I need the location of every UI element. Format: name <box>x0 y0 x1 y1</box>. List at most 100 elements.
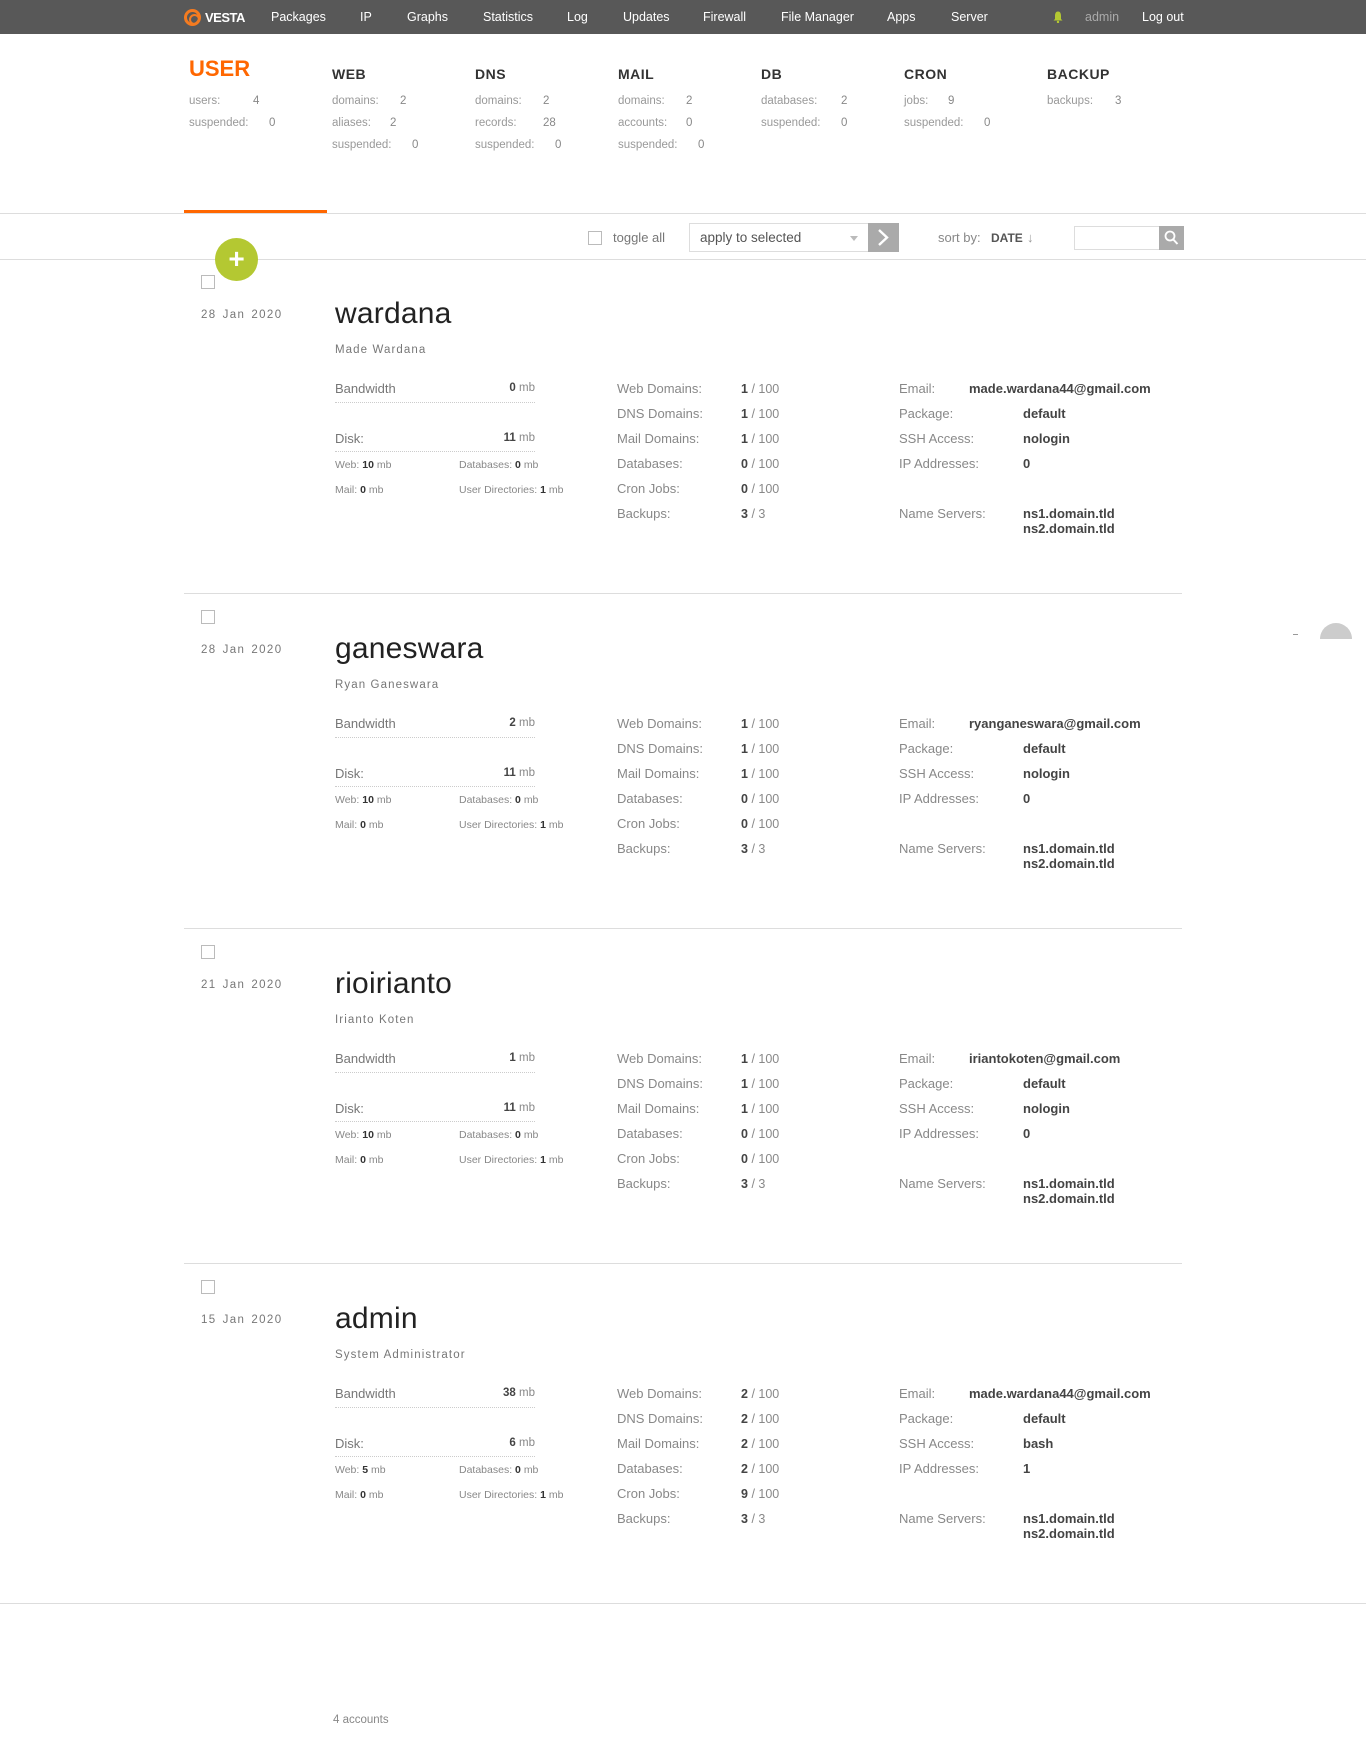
stat-backup[interactable]: BACKUP backups: 3 <box>1047 56 1121 112</box>
date-month: Jan <box>222 644 246 656</box>
unit: mb <box>523 1129 539 1141</box>
databases-label: Databases: <box>459 459 513 471</box>
ssh-access-label: SSH Access: <box>899 431 975 446</box>
mail-number: 0 <box>360 1489 366 1501</box>
nav-user[interactable]: admin <box>1085 10 1119 24</box>
add-user-button[interactable]: + <box>215 238 258 281</box>
backups-label: Backups: <box>617 1176 671 1191</box>
scroll-to-top-button[interactable] <box>1320 623 1352 639</box>
unit: mb <box>368 819 384 831</box>
disk-value: 11 mb <box>455 1102 535 1114</box>
web-domains-count: 1 <box>741 717 748 731</box>
apply-button[interactable] <box>868 223 899 252</box>
disk-number: 11 <box>503 1102 516 1114</box>
apply-to-selected-select[interactable]: apply to selected <box>689 223 869 252</box>
databases-number: 0 <box>515 794 521 806</box>
databases-label: Databases: <box>617 791 683 806</box>
cron-jobs-count: 0 <box>741 1152 748 1166</box>
nav-logout[interactable]: Log out <box>1142 10 1184 24</box>
user-date: 28 Jan 2020 <box>201 644 289 656</box>
nav-apps[interactable]: Apps <box>887 10 916 24</box>
package-value: default <box>1023 406 1066 421</box>
web-domains-value: 1 / 100 <box>741 717 779 731</box>
row-checkbox[interactable] <box>201 275 215 289</box>
nav-graphs[interactable]: Graphs <box>407 10 448 24</box>
stat-value: 2 <box>543 95 550 107</box>
unit: mb <box>523 794 539 806</box>
toggle-all-checkbox[interactable] <box>588 231 602 245</box>
user-name[interactable]: admin <box>335 1302 418 1336</box>
backups-count: 3 <box>741 842 748 856</box>
sort-direction-icon[interactable]: ↓ <box>1027 230 1034 245</box>
name-servers-label: Name Servers: <box>899 1176 986 1191</box>
stat-web[interactable]: WEB domains: 2 aliases: 2 suspended: 0 <box>332 56 418 156</box>
nav-log[interactable]: Log <box>567 10 588 24</box>
user-dirs-label: User Directories: <box>459 1489 538 1501</box>
databases-label: Databases: <box>459 1129 513 1141</box>
search-button[interactable] <box>1159 226 1184 250</box>
ssh-access-value: nologin <box>1023 766 1070 781</box>
cron-jobs-value: 0 / 100 <box>741 817 779 831</box>
stat-key: suspended: <box>761 117 821 129</box>
user-full-name: Ryan Ganeswara <box>335 679 440 691</box>
stat-db[interactable]: DB databases: 2 suspended: 0 <box>761 56 847 134</box>
stat-value: 2 <box>841 95 848 107</box>
nav-firewall[interactable]: Firewall <box>703 10 746 24</box>
web-domains-count: 1 <box>741 382 748 396</box>
mail-domains-label: Mail Domains: <box>617 431 700 446</box>
vesta-logo[interactable]: VESTA <box>184 8 245 26</box>
user-name[interactable]: wardana <box>335 297 451 331</box>
dns-domains-count: 1 <box>741 407 748 421</box>
search-input[interactable] <box>1074 226 1160 250</box>
dns-domains-max: / 100 <box>751 742 780 756</box>
web-domains-label: Web Domains: <box>617 1386 703 1401</box>
stat-value: 0 <box>698 139 705 151</box>
row-checkbox[interactable] <box>201 610 215 624</box>
bell-icon[interactable] <box>1053 11 1063 23</box>
user-name[interactable]: rioirianto <box>335 967 452 1001</box>
date-day: 15 <box>201 1314 217 1326</box>
user-name[interactable]: ganeswara <box>335 632 484 666</box>
stat-mail[interactable]: MAIL domains: 2 accounts: 0 suspended: 0 <box>618 56 704 156</box>
stat-value: 0 <box>984 117 991 129</box>
backups-count: 3 <box>741 507 748 521</box>
mail-number: 0 <box>360 484 366 496</box>
toggle-all-label[interactable]: toggle all <box>613 230 665 245</box>
mail-domains-label: Mail Domains: <box>617 766 700 781</box>
date-year: 2020 <box>251 979 283 991</box>
nav-ip[interactable]: IP <box>360 10 372 24</box>
stat-value: 0 <box>841 117 848 129</box>
unit: mb <box>519 382 535 394</box>
mail-domains-value: 1 / 100 <box>741 767 779 781</box>
sort-value[interactable]: DATE <box>991 231 1023 245</box>
dns-domains-value: 2 / 100 <box>741 1412 779 1426</box>
nav-updates[interactable]: Updates <box>623 10 670 24</box>
nav-server[interactable]: Server <box>951 10 988 24</box>
disk-user-dirs: User Directories: 1 mb <box>459 1154 563 1166</box>
row-checkbox[interactable] <box>201 1280 215 1294</box>
stat-dns[interactable]: DNS domains: 2 records: 28 suspended: 0 <box>475 56 561 156</box>
dns-domains-count: 1 <box>741 742 748 756</box>
cron-jobs-value: 9 / 100 <box>741 1487 779 1501</box>
web-domains-value: 1 / 100 <box>741 382 779 396</box>
disk-mail: Mail: 0 mb <box>335 1154 383 1166</box>
dns-domains-label: DNS Domains: <box>617 406 703 421</box>
nav-statistics[interactable]: Statistics <box>483 10 533 24</box>
nav-file-manager[interactable]: File Manager <box>781 10 854 24</box>
row-checkbox[interactable] <box>201 945 215 959</box>
ssh-access-value: nologin <box>1023 1101 1070 1116</box>
stat-cron[interactable]: CRON jobs: 9 suspended: 0 <box>904 56 990 134</box>
mail-label: Mail: <box>335 1154 358 1166</box>
stat-value: 2 <box>390 117 397 129</box>
cron-jobs-max: / 100 <box>751 1152 780 1166</box>
nav-packages[interactable]: Packages <box>271 10 326 24</box>
stat-user[interactable]: USER users: 4 suspended: 0 <box>189 56 275 134</box>
divider <box>0 259 1366 260</box>
stat-title: DB <box>761 66 783 82</box>
backups-value: 3 / 3 <box>741 1177 765 1191</box>
name-servers-label: Name Servers: <box>899 1511 986 1526</box>
cron-jobs-max: / 100 <box>751 482 780 496</box>
disk-label: Disk: <box>335 1101 364 1116</box>
user-dirs-label: User Directories: <box>459 1154 538 1166</box>
name-server-1: ns1.domain.tld <box>1023 1176 1115 1191</box>
